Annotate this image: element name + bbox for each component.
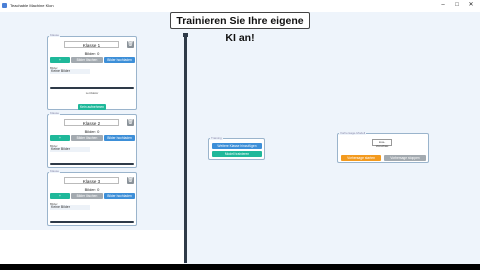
slider-track[interactable] xyxy=(50,87,134,89)
model-record-button[interactable]: Kein aufnehmen xyxy=(78,104,106,110)
maximize-button[interactable]: □ xyxy=(450,1,464,10)
delete-class-button[interactable]: 🗑 xyxy=(127,41,134,48)
image-count: Bilder: 0 xyxy=(84,51,100,56)
app-icon xyxy=(2,3,7,8)
image-count: Bilder: 0 xyxy=(84,187,100,192)
class-name-input[interactable]: Klasse 2 xyxy=(64,119,119,126)
panel-divider[interactable] xyxy=(184,33,187,263)
class-panel-caption: Klasse xyxy=(49,33,61,37)
minimize-button[interactable]: – xyxy=(436,1,450,10)
window-title: Teachable Machine Klon xyxy=(10,3,54,8)
class-panel-1: Klasse Klasse 1 🗑 Bilder: 0 + Bilder lös… xyxy=(47,33,137,110)
class-panel-3: Klasse Klasse 3 🗑 Bilder: 0 + Bilder lös… xyxy=(47,169,137,226)
class-panel-caption: Klasse xyxy=(49,111,61,115)
preview-panel: Vorhersage-Modell Live-Vorschau Vorhersa… xyxy=(337,131,429,163)
delete-class-button[interactable]: 🗑 xyxy=(127,177,134,184)
class-name-input[interactable]: Klasse 3 xyxy=(64,177,119,184)
delete-class-button[interactable]: 🗑 xyxy=(127,119,134,126)
left-footer-area xyxy=(0,230,184,264)
delete-images-button[interactable]: Bilder löschen xyxy=(71,57,103,63)
taskbar xyxy=(0,264,480,270)
preview-caption: Vorhersage-Modell xyxy=(339,131,367,135)
capture-button[interactable]: + xyxy=(50,135,70,141)
no-images-label: Keine Bilder xyxy=(50,205,90,210)
training-panel: Training Weitere Klasse hinzufügen Model… xyxy=(208,136,265,160)
page-title: Trainieren Sie Ihre eigene KI an! xyxy=(170,12,310,44)
upload-images-button[interactable]: Bilder hochladen xyxy=(104,193,135,199)
stop-prediction-button[interactable]: Vorhersage stoppen xyxy=(384,155,426,161)
scale-label: Lernfaktor xyxy=(85,91,99,95)
slider-track[interactable] xyxy=(50,221,134,223)
training-caption: Training xyxy=(210,136,223,140)
start-prediction-button[interactable]: Vorhersage starten xyxy=(341,155,381,161)
delete-images-button[interactable]: Bilder löschen xyxy=(71,193,103,199)
live-preview-field: Live-Vorschau xyxy=(372,139,392,148)
train-model-button[interactable]: Modell trainieren xyxy=(212,151,262,157)
upload-images-button[interactable]: Bilder hochladen xyxy=(104,57,135,63)
slider-track[interactable] xyxy=(50,163,134,165)
capture-button[interactable]: + xyxy=(50,57,70,63)
image-count: Bilder: 0 xyxy=(84,129,100,134)
class-name-input[interactable]: Klasse 1 xyxy=(64,41,119,48)
add-class-button[interactable]: Weitere Klasse hinzufügen xyxy=(212,143,262,149)
close-button[interactable]: ✕ xyxy=(464,1,478,10)
class-panel-2: Klasse Klasse 2 🗑 Bilder: 0 + Bilder lös… xyxy=(47,111,137,168)
upload-images-button[interactable]: Bilder hochladen xyxy=(104,135,135,141)
no-images-label: Keine Bilder xyxy=(50,147,90,152)
delete-images-button[interactable]: Bilder löschen xyxy=(71,135,103,141)
no-images-label: Keine Bilder xyxy=(50,69,90,74)
capture-button[interactable]: + xyxy=(50,193,70,199)
class-panel-caption: Klasse xyxy=(49,169,61,173)
